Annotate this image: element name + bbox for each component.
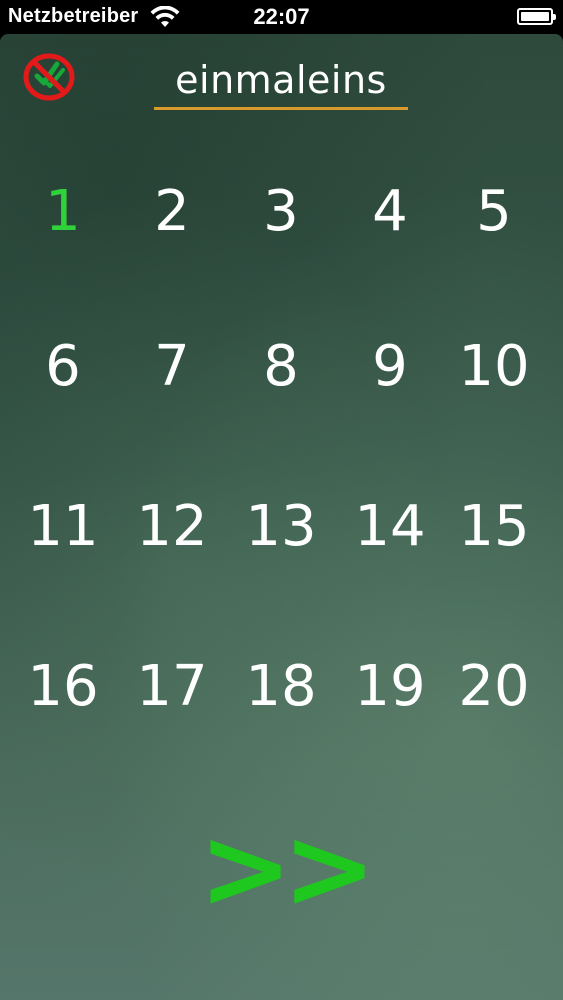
number-button-13[interactable]: 13 <box>226 499 336 555</box>
next-button[interactable]: >> <box>195 813 377 925</box>
battery-icon <box>517 8 556 25</box>
number-button-12[interactable]: 12 <box>117 499 227 555</box>
number-button-3[interactable]: 3 <box>226 184 336 240</box>
number-button-16[interactable]: 16 <box>8 659 118 715</box>
number-button-11[interactable]: 11 <box>8 499 118 555</box>
number-button-14[interactable]: 14 <box>335 499 445 555</box>
number-button-8[interactable]: 8 <box>226 339 336 395</box>
mute-sound-icon[interactable] <box>22 52 76 102</box>
number-button-6[interactable]: 6 <box>8 339 118 395</box>
number-button-1[interactable]: 1 <box>8 184 118 240</box>
number-button-4[interactable]: 4 <box>335 184 445 240</box>
number-button-5[interactable]: 5 <box>439 184 549 240</box>
number-button-9[interactable]: 9 <box>335 339 445 395</box>
title-underline <box>154 107 408 110</box>
chalkboard: einmaleins 1 2 3 4 5 6 7 8 9 10 11 12 13… <box>0 34 563 1000</box>
number-button-19[interactable]: 19 <box>335 659 445 715</box>
status-bar: Netzbetreiber 22:07 <box>0 0 563 34</box>
clock: 22:07 <box>253 4 310 29</box>
number-button-2[interactable]: 2 <box>117 184 227 240</box>
number-button-7[interactable]: 7 <box>117 339 227 395</box>
number-button-10[interactable]: 10 <box>439 339 549 395</box>
page-title: einmaleins <box>175 58 387 102</box>
number-button-18[interactable]: 18 <box>226 659 336 715</box>
number-button-17[interactable]: 17 <box>117 659 227 715</box>
number-button-20[interactable]: 20 <box>439 659 549 715</box>
number-button-15[interactable]: 15 <box>439 499 549 555</box>
